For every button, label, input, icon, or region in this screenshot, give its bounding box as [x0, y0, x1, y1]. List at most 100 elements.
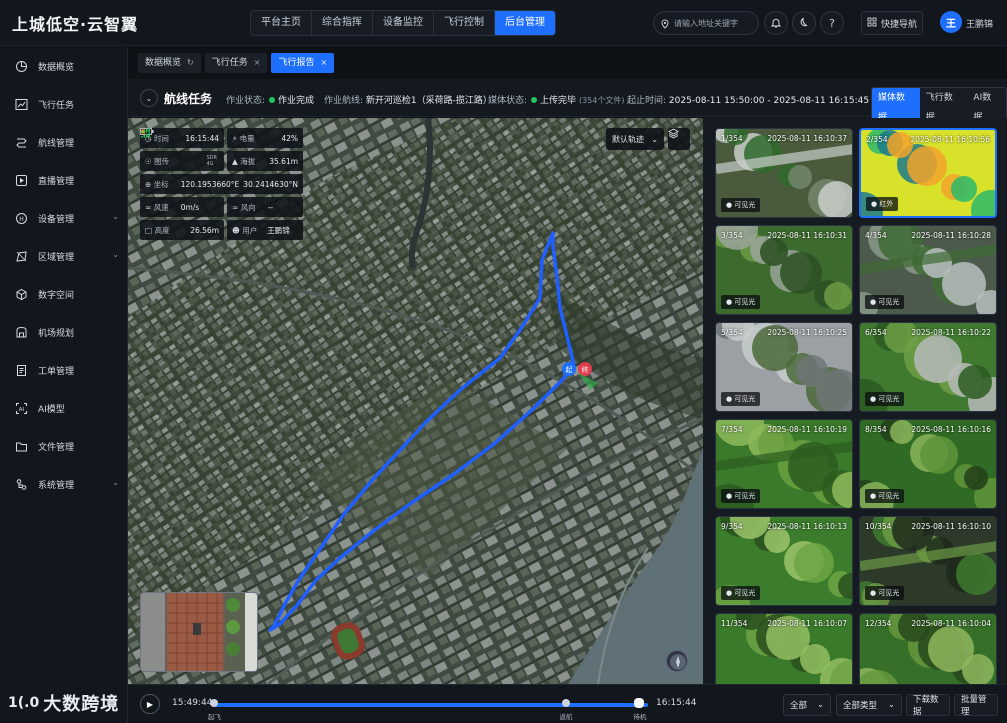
- sidebar-item-system-management[interactable]: 系统管理 ⌄: [0, 465, 127, 503]
- help-icon[interactable]: ?: [820, 11, 844, 35]
- media-thumbnail[interactable]: 12/354 2025-08-11 16:10:04: [859, 613, 997, 684]
- pie-chart-icon: [14, 59, 28, 73]
- media-thumbnail[interactable]: 4/354 2025-08-11 16:10:28 ● 可见光: [859, 225, 997, 315]
- time-range-value: 2025-08-11 15:50:00 - 2025-08-11 16:15:4…: [668, 96, 870, 106]
- thumbnail-type-badge: ● 可见光: [865, 489, 905, 503]
- location-pin-icon: [660, 14, 670, 33]
- track-mode-select[interactable]: 默认轨迹 ⌄: [606, 128, 664, 150]
- thumbnail-type-badge: ● 可见光: [721, 392, 761, 406]
- user-name[interactable]: 王鹏锦: [966, 17, 993, 30]
- svg-text:AI: AI: [18, 406, 24, 412]
- media-type-select[interactable]: 全部类型 ⌄: [836, 694, 902, 716]
- media-thumbnail[interactable]: 5/354 2025-08-11 16:10:25 ● 可见光: [715, 322, 853, 412]
- nav-admin[interactable]: 后台管理: [495, 11, 555, 35]
- user-avatar[interactable]: 王: [940, 11, 962, 33]
- thumbnail-type-label: 可见光: [734, 201, 756, 209]
- thumbnail-type-label: 可见光: [734, 492, 756, 500]
- sidebar-item-ai-model[interactable]: AI AI模型: [0, 389, 127, 427]
- thumbnail-index: 1/354: [721, 134, 743, 143]
- sidebar-item-digital-space[interactable]: 数字空间: [0, 275, 127, 313]
- nav-device-monitor[interactable]: 设备监控: [373, 11, 434, 35]
- sidebar-item-data-overview[interactable]: 数据概览: [0, 47, 127, 85]
- thumbnail-timestamp: 2025-08-11 16:10:37: [767, 134, 847, 143]
- close-icon[interactable]: ×: [254, 53, 261, 73]
- nav-platform-home[interactable]: 平台主页: [251, 11, 312, 35]
- media-thumbnail[interactable]: 11/354 2025-08-11 16:10:07: [715, 613, 853, 684]
- flight-map[interactable]: 起 终 ◷ 时间 16:15:44 ⚡ 电量 42% ☉ 图传 SDR 4G ▲ 海…: [128, 118, 703, 684]
- batch-manage-button[interactable]: 批量管理: [954, 694, 998, 717]
- playback-end-time: 16:15:44: [656, 698, 697, 708]
- download-data-button[interactable]: 下载数据: [906, 694, 950, 717]
- sidebar-item-file-management[interactable]: 文件管理: [0, 427, 127, 465]
- telemetry-panel: ◷ 时间 16:15:44 ⚡ 电量 42% ☉ 图传 SDR 4G ▲ 海拔 35.…: [140, 128, 303, 240]
- compass-icon[interactable]: [666, 650, 688, 672]
- collapse-button[interactable]: ⌄: [140, 89, 158, 107]
- search-input[interactable]: [674, 18, 758, 28]
- media-thumbnail[interactable]: 3/354 2025-08-11 16:10:31 ● 可见光: [715, 225, 853, 315]
- media-gallery[interactable]: 1/354 2025-08-11 16:10:37 ● 可见光 2/354 2025-0…: [703, 118, 1007, 684]
- sidebar-item-label: 工单管理: [38, 366, 75, 377]
- folder-icon: [14, 439, 28, 453]
- phase-marker-return[interactable]: [561, 699, 570, 707]
- sidebar-item-device-management[interactable]: H 设备管理 ⌄: [0, 199, 127, 237]
- playback-handle[interactable]: [634, 698, 645, 708]
- media-thumbnail[interactable]: 6/354 2025-08-11 16:10:22 ● 可见光: [859, 322, 997, 412]
- sidebar-item-label: 直播管理: [38, 176, 75, 187]
- thumbnail-index: 7/354: [721, 425, 743, 434]
- thumbnail-type-label: 可见光: [734, 589, 756, 597]
- nav-flight-control[interactable]: 飞行控制: [434, 11, 495, 35]
- tab-data-overview[interactable]: 数据概览 ↻: [138, 53, 201, 73]
- telemetry-key: 风向: [240, 202, 256, 212]
- sidebar-item-label: 数据概览: [38, 62, 75, 73]
- sidebar-item-route-management[interactable]: 航线管理: [0, 123, 127, 161]
- sidebar-item-live-management[interactable]: 直播管理: [0, 161, 127, 199]
- media-thumbnail[interactable]: 2/354 2025-08-11 16:10:56 ● 红外: [859, 128, 997, 218]
- live-video-preview[interactable]: [140, 592, 258, 672]
- telemetry-coordinate: ⊕ 坐标 120.1953660°E 30.2414630°N: [140, 174, 303, 194]
- play-square-icon: [14, 173, 28, 187]
- sidebar-item-label: 飞行任务: [38, 100, 75, 111]
- location-pin-icon: ●: [726, 298, 733, 306]
- media-thumbnail[interactable]: 10/354 2025-08-11 16:10:10 ● 可见光: [859, 516, 997, 606]
- media-thumbnail[interactable]: 8/354 2025-08-11 16:10:16 ● 可见光: [859, 419, 997, 509]
- lightning-icon: ⚡: [232, 133, 238, 143]
- bell-icon[interactable]: [764, 11, 788, 35]
- thumbnail-type-badge: ● 可见光: [865, 392, 905, 406]
- sidebar-item-area-management[interactable]: 区域管理 ⌄: [0, 237, 127, 275]
- sidebar-item-flight-tasks[interactable]: 飞行任务: [0, 85, 127, 123]
- telemetry-altitude: ▲ 海拔 35.61m: [227, 151, 303, 171]
- telemetry-key: 高度: [154, 225, 170, 235]
- moon-icon[interactable]: [792, 11, 816, 35]
- close-icon[interactable]: ×: [320, 53, 327, 73]
- time-range-label: 起止时间:: [627, 96, 667, 106]
- layers-button[interactable]: [668, 128, 690, 150]
- thumbnail-type-label: 可见光: [878, 492, 900, 500]
- quick-nav-button[interactable]: 快捷导航: [861, 11, 923, 35]
- telemetry-user: ☻ 用户 王鹏锦: [227, 220, 303, 240]
- location-pin-icon: ●: [870, 589, 877, 597]
- sidebar-item-ticket-management[interactable]: 工单管理: [0, 351, 127, 389]
- status-dot: [269, 97, 276, 103]
- height-icon: □: [145, 225, 153, 235]
- media-status-label: 媒体状态:: [488, 96, 528, 106]
- play-button[interactable]: ▶: [140, 694, 160, 714]
- thumbnail-index: 4/354: [865, 231, 887, 240]
- address-search[interactable]: [653, 11, 759, 35]
- playback-slider[interactable]: [214, 703, 648, 707]
- nav-command[interactable]: 综合指挥: [312, 11, 373, 35]
- watermark-logo: 1(.0: [8, 695, 40, 711]
- tab-flight-tasks[interactable]: 飞行任务 ×: [204, 53, 268, 73]
- media-thumbnail[interactable]: 9/354 2025-08-11 16:10:13 ● 可见光: [715, 516, 853, 606]
- chevron-down-icon: ⌄: [112, 212, 119, 221]
- media-thumbnail[interactable]: 7/354 2025-08-11 16:10:19 ● 可见光: [715, 419, 853, 509]
- tab-flight-report[interactable]: 飞行报告 ×: [271, 53, 335, 73]
- telemetry-key: 用户: [242, 225, 258, 235]
- phase-marker-takeoff[interactable]: [210, 699, 218, 707]
- telemetry-key: 风速: [153, 202, 169, 212]
- media-filter-select[interactable]: 全部 ⌄: [783, 694, 831, 716]
- mountain-icon: ▲: [232, 156, 238, 166]
- sidebar-item-airport-planning[interactable]: 机场规划: [0, 313, 127, 351]
- refresh-icon[interactable]: ↻: [187, 53, 194, 73]
- media-thumbnail[interactable]: 1/354 2025-08-11 16:10:37 ● 可见光: [715, 128, 853, 218]
- thumbnail-timestamp: 2025-08-11 16:10:31: [767, 231, 847, 240]
